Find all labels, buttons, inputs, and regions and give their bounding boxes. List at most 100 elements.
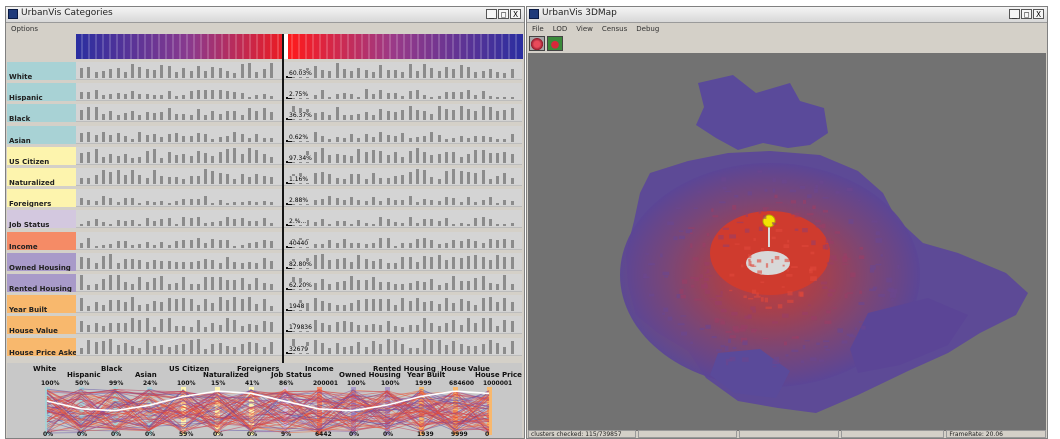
histogram-bar — [379, 65, 383, 78]
category-row[interactable]: Owned Housing 82.80% — [7, 252, 522, 271]
category-label[interactable]: Job Status — [7, 210, 76, 229]
histogram-bar — [452, 275, 456, 290]
pcp-axis-label: Black — [101, 365, 123, 373]
histogram-bar — [474, 241, 478, 248]
close-button[interactable]: X — [510, 9, 521, 19]
histogram-bar — [474, 322, 478, 333]
histogram-bar — [452, 340, 456, 354]
histogram-bar — [459, 91, 463, 100]
histogram-bar — [269, 138, 273, 142]
minimize-button[interactable]: _ — [486, 9, 497, 19]
histogram-bar — [211, 202, 215, 206]
category-label[interactable]: US Citizen — [7, 146, 76, 165]
category-label[interactable]: Owned Housing — [7, 252, 76, 271]
category-row[interactable]: Foreigners 2.88% — [7, 189, 522, 208]
category-value: 82.80% — [288, 260, 313, 268]
histogram-bar — [204, 222, 208, 227]
histogram-bar — [182, 135, 186, 142]
category-row[interactable]: Hispanic 2.75% — [7, 83, 522, 102]
histogram-bar — [153, 149, 156, 163]
category-row[interactable]: House Price Asked 32679 — [7, 337, 522, 356]
histogram-bar — [109, 224, 113, 227]
pcp-axis-max: 99% — [109, 380, 124, 387]
category-label[interactable]: Income — [7, 231, 76, 250]
histogram-bar — [116, 133, 120, 142]
maximize-button[interactable]: □ — [1021, 9, 1032, 19]
histogram-bar — [328, 223, 332, 227]
histogram-bar — [510, 239, 514, 248]
parallel-coordinates-plot[interactable]: White 100% 0% Hispanic 50% 0% Black 99% 0% Asian 2… — [7, 363, 524, 438]
city-3d-map[interactable] — [528, 53, 1046, 431]
menu-census[interactable]: Census — [602, 25, 627, 33]
menu-options[interactable]: Options — [11, 25, 38, 33]
histogram-bar — [262, 108, 266, 121]
histogram-bar — [218, 200, 222, 206]
pcp-axis-min: 6442 — [315, 431, 332, 438]
category-row[interactable]: House Value 179836 — [7, 316, 522, 335]
category-row[interactable]: Job Status 2.%... — [7, 210, 522, 229]
category-label[interactable]: Naturalized — [7, 168, 76, 186]
histogram-bar — [466, 317, 470, 333]
category-label[interactable]: Hispanic — [7, 83, 76, 102]
menu-lod[interactable]: LOD — [553, 25, 568, 33]
category-label[interactable]: House Value — [7, 316, 76, 335]
category-row[interactable]: Income 40440 — [7, 231, 522, 250]
histogram-bar — [174, 155, 178, 163]
menu-view[interactable]: View — [576, 25, 593, 33]
histogram-bar — [218, 90, 222, 100]
category-label[interactable]: Asian — [7, 125, 76, 144]
value-divider[interactable] — [282, 34, 284, 363]
histogram-bar — [445, 282, 448, 290]
pcp-axis-label: Year Built — [407, 371, 446, 379]
histogram-bar — [80, 178, 83, 184]
category-value: 62.20% — [288, 282, 313, 289]
menu-debug[interactable]: Debug — [636, 25, 659, 33]
maximize-button[interactable]: □ — [498, 9, 509, 19]
green-red-map-icon[interactable] — [547, 36, 563, 51]
category-label[interactable]: White — [7, 62, 76, 80]
category-label[interactable]: House Price Asked — [7, 337, 76, 356]
category-row[interactable]: Black 36.37% — [7, 104, 522, 123]
histogram-bar — [196, 305, 200, 312]
histogram-bar — [313, 199, 317, 206]
histogram-bar — [342, 320, 346, 333]
minimize-button[interactable]: _ — [1009, 9, 1020, 19]
category-label[interactable]: Year Built — [7, 295, 76, 314]
histogram-bar — [101, 278, 105, 290]
histogram-bar — [393, 69, 397, 78]
histogram-bar — [189, 70, 193, 78]
histogram-bar — [466, 153, 470, 163]
close-button[interactable]: X — [1033, 9, 1044, 19]
category-row[interactable]: Rented Housing 62.20% — [7, 274, 522, 292]
menu-file[interactable]: File — [532, 25, 544, 33]
histogram-bar — [101, 305, 105, 312]
category-row[interactable]: US Citizen 97.34% — [7, 146, 522, 165]
category-value: 2.75% — [288, 91, 310, 99]
histogram-bar — [189, 339, 193, 354]
red-cluster-icon[interactable] — [529, 36, 545, 51]
histogram-bar — [415, 239, 419, 248]
histogram-bar — [430, 177, 434, 184]
histogram-bar — [167, 218, 171, 227]
category-row[interactable]: White 60.03% — [7, 62, 522, 80]
category-row[interactable]: Naturalized 1.16% — [7, 168, 522, 186]
category-row[interactable]: Year Built 1948 — [7, 295, 522, 314]
histogram-bar — [430, 68, 434, 78]
category-label[interactable]: Foreigners — [7, 189, 76, 208]
clusters-status: clusters checked: 115/739857 — [528, 430, 636, 438]
histogram-bar — [255, 343, 259, 354]
categories-titlebar[interactable]: UrbanVis Categories _ □ X — [6, 7, 524, 23]
histogram-bar — [240, 278, 244, 290]
histogram-bar — [393, 136, 397, 142]
histogram-bar — [328, 155, 332, 163]
histogram-bar — [335, 106, 339, 121]
histogram-bar — [262, 68, 266, 78]
histogram-bar — [415, 261, 419, 269]
category-label[interactable]: Rented Housing — [7, 274, 76, 292]
histogram-bar — [466, 90, 470, 100]
histogram-bar — [247, 177, 251, 184]
category-label[interactable]: Black — [7, 104, 76, 123]
color-scale-bar[interactable] — [76, 34, 523, 59]
category-row[interactable]: Asian 0.62% — [7, 125, 522, 144]
map-titlebar[interactable]: UrbanVis 3DMap _ □ X — [527, 7, 1047, 23]
